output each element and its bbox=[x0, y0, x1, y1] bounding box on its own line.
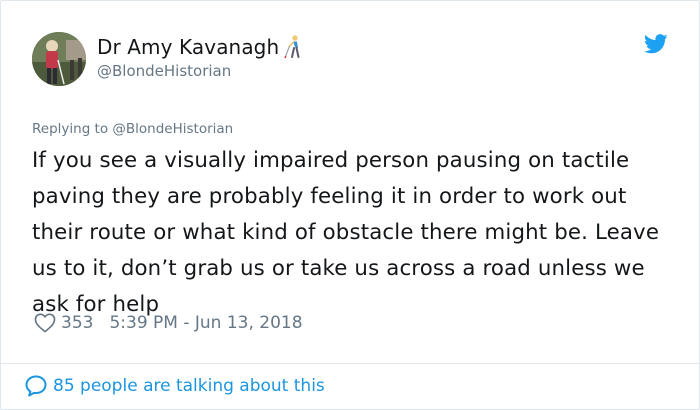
heart-icon[interactable] bbox=[34, 313, 56, 333]
person-with-white-cane-icon bbox=[284, 35, 300, 59]
replying-to-prefix: Replying to bbox=[32, 121, 109, 137]
conversation-link[interactable]: 85 people are talking about this bbox=[24, 374, 325, 398]
author-name-row: Dr Amy Kavanagh bbox=[97, 34, 308, 60]
replying-to-handle[interactable]: @BlondeHistorian bbox=[112, 121, 233, 137]
twitter-bird-icon[interactable] bbox=[644, 34, 668, 54]
replying-to: Replying to @BlondeHistorian bbox=[32, 121, 233, 137]
like-count: 353 bbox=[61, 313, 94, 333]
avatar[interactable] bbox=[32, 32, 86, 86]
speech-bubble-icon bbox=[25, 375, 47, 397]
author-display-name[interactable]: Dr Amy Kavanagh bbox=[97, 35, 279, 59]
tweet-timestamp[interactable]: 5:39 PM - Jun 13, 2018 bbox=[109, 313, 302, 333]
author-handle[interactable]: @BlondeHistorian bbox=[97, 62, 231, 80]
tweet-meta: 353 5:39 PM - Jun 13, 2018 bbox=[34, 313, 303, 333]
footer-divider bbox=[1, 363, 699, 364]
avatar-photo bbox=[32, 32, 86, 86]
tweet-card: Dr Amy Kavanagh @BlondeHistorian Replyin… bbox=[0, 0, 700, 410]
conversation-count-text: 85 people are talking about this bbox=[53, 376, 325, 396]
tweet-text: If you see a visually impaired person pa… bbox=[32, 148, 660, 317]
